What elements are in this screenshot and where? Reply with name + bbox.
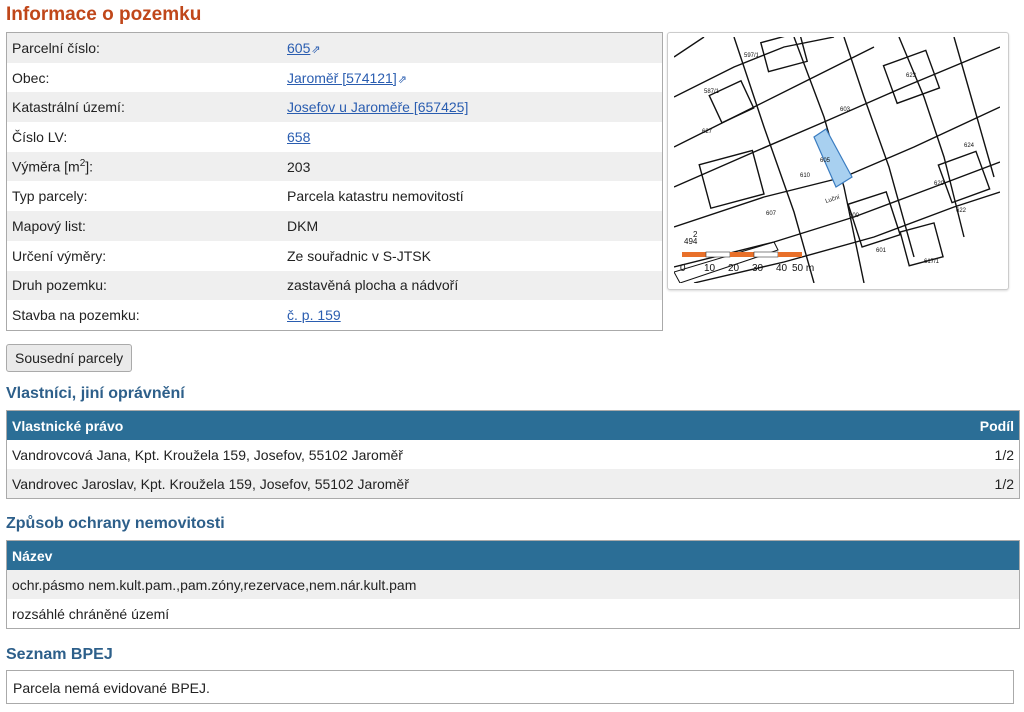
owners-table: Vlastnické právo Podíl Vandrovcová Jana,… <box>6 410 1020 499</box>
scale-label: 0 <box>680 263 686 274</box>
info-row: Určení výměry: Ze souřadnic v S-JTSK <box>7 241 663 271</box>
info-row: Druh pozemku: zastavěná plocha a nádvoří <box>6 270 663 301</box>
owners-heading: Vlastníci, jiní oprávnění <box>6 385 185 402</box>
info-value: DKM <box>282 211 663 241</box>
info-label: Mapový list: <box>6 211 282 241</box>
page-title: Informace o pozemku <box>6 4 202 25</box>
info-value-text: DKM <box>287 217 319 234</box>
info-value-text: Parcela katastru nemovitostí <box>287 188 464 205</box>
info-label: Číslo LV: <box>7 122 283 152</box>
info-value: 203 <box>282 151 663 182</box>
info-label: Druh pozemku: <box>6 270 282 301</box>
info-value-text: 203 <box>287 158 311 175</box>
protection-row: ochr.pásmo nem.kult.pam.,pam.zóny,rezerv… <box>6 570 1020 599</box>
info-label: Výměra [m2]: <box>6 151 282 182</box>
svg-text:601: 601 <box>876 248 887 254</box>
share-column-header: Podíl <box>919 410 1020 440</box>
svg-text:2: 2 <box>693 230 698 239</box>
scale-label: 30 <box>752 263 764 274</box>
info-value-link[interactable]: Jaroměř [574121] <box>287 70 397 86</box>
info-label-text: Parcelní číslo: <box>12 39 100 56</box>
svg-text:624: 624 <box>964 143 975 149</box>
info-label-text: Mapový list: <box>12 217 86 234</box>
owner-share: 1/2 <box>919 440 1020 469</box>
info-label: Stavba na pozemku: <box>7 300 283 330</box>
bpej-note: Parcela nemá evidované BPEJ. <box>6 670 1014 704</box>
info-label-text: Určení výměry: <box>12 247 107 264</box>
scale-label: 20 <box>728 263 740 274</box>
svg-text:607: 607 <box>766 211 777 217</box>
external-link-icon[interactable]: ⇗ <box>311 44 320 56</box>
info-label-text: Výměra [m <box>12 158 80 175</box>
info-label-text: Číslo LV: <box>12 128 68 145</box>
svg-text:622: 622 <box>956 208 967 214</box>
svg-text:623: 623 <box>906 73 917 79</box>
info-value-text: zastavěná plocha a nádvoří <box>287 277 459 294</box>
svg-text:620: 620 <box>934 181 945 187</box>
owner-name: Vandrovec Jaroslav, Kpt. Kroužela 159, J… <box>6 469 920 499</box>
protection-name: ochr.pásmo nem.kult.pam.,pam.zóny,rezerv… <box>6 570 1020 599</box>
svg-text:597/1: 597/1 <box>744 53 760 59</box>
info-value-text: Ze souřadnic v S-JTSK <box>287 247 431 264</box>
parcel-map[interactable]: 605 610 607 603 600 601 620 622 623 624 … <box>667 32 1009 290</box>
info-label-text: Druh pozemku: <box>12 277 107 294</box>
info-label-text: Stavba na pozemku: <box>12 307 140 324</box>
info-row: Typ parcely: Parcela katastru nemovitostí <box>7 181 663 211</box>
info-value: Parcela katastru nemovitostí <box>282 181 663 211</box>
info-row: Mapový list: DKM <box>6 211 663 241</box>
protection-name: rozsáhlé chráněné území <box>6 599 1020 629</box>
info-row: Stavba na pozemku: č. p. 159 <box>7 300 663 330</box>
info-value-link[interactable]: 658 <box>287 129 310 145</box>
map-scale-bar <box>682 251 802 258</box>
info-value: 658 <box>282 122 663 152</box>
info-value-link[interactable]: Josefov u Jaroměře [657425] <box>287 99 468 115</box>
info-value: 605⇗ <box>282 32 663 63</box>
protection-table: Název ochr.pásmo nem.kult.pam.,pam.zóny,… <box>6 540 1020 629</box>
info-value: č. p. 159 <box>282 300 663 330</box>
info-value: Ze souřadnic v S-JTSK <box>282 241 663 271</box>
info-value: Jaroměř [574121]⇗ <box>282 63 663 93</box>
info-label-text: Typ parcely: <box>12 188 88 205</box>
info-row: Parcelní číslo: 605⇗ <box>6 32 663 63</box>
protection-row: rozsáhlé chráněné území <box>6 599 1020 629</box>
svg-text:605: 605 <box>820 158 831 164</box>
info-label-text: Obec: <box>12 69 50 86</box>
svg-text:627: 627 <box>702 129 713 135</box>
owner-row: Vandrovec Jaroslav, Kpt. Kroužela 159, J… <box>6 469 1020 499</box>
bpej-heading: Seznam BPEJ <box>6 646 113 663</box>
svg-text:617/1: 617/1 <box>924 259 940 265</box>
info-row: Číslo LV: 658 <box>7 122 663 152</box>
cadastral-map-image[interactable]: 605 610 607 603 600 601 620 622 623 624 … <box>674 37 1000 283</box>
svg-text:603: 603 <box>840 107 851 113</box>
neighbor-parcels-button[interactable]: Sousední parcely <box>6 344 133 372</box>
info-label: Katastrální území: <box>6 92 282 123</box>
info-value: Josefov u Jaroměře [657425] <box>282 92 663 123</box>
parcel-info-table: Parcelní číslo: 605⇗ Obec: Jaroměř [574121]… <box>6 32 663 331</box>
external-link-icon[interactable]: ⇗ <box>398 74 407 86</box>
owner-name: Vandrovcová Jana, Kpt. Kroužela 159, Jos… <box>6 440 920 469</box>
svg-text:587/1: 587/1 <box>704 89 720 95</box>
info-label: Obec: <box>7 63 283 93</box>
protection-heading: Způsob ochrany nemovitosti <box>6 515 225 532</box>
scale-label: 10 <box>704 263 716 274</box>
info-label: Typ parcely: <box>7 181 283 211</box>
info-row: Katastrální území: Josefov u Jaroměře [65… <box>6 92 663 123</box>
scale-label: 50 m <box>792 263 814 274</box>
info-row: Výměra [m2]: 203 <box>6 151 663 182</box>
svg-text:600: 600 <box>849 213 860 219</box>
owner-share: 1/2 <box>919 469 1020 499</box>
info-label: Určení výměry: <box>7 241 283 271</box>
info-label: Parcelní číslo: <box>6 32 282 63</box>
info-label-text: Katastrální území: <box>12 99 125 116</box>
owner-column-header: Vlastnické právo <box>6 410 920 440</box>
scale-label: 40 <box>776 263 788 274</box>
info-value-link[interactable]: 605 <box>287 40 310 56</box>
info-value: zastavěná plocha a nádvoří <box>282 270 663 301</box>
info-row: Obec: Jaroměř [574121]⇗ <box>7 63 663 93</box>
protection-name-header: Název <box>6 540 1020 570</box>
info-value-link[interactable]: č. p. 159 <box>287 307 341 323</box>
owner-row: Vandrovcová Jana, Kpt. Kroužela 159, Jos… <box>6 440 1020 469</box>
svg-text:610: 610 <box>800 173 811 179</box>
info-label-tail: ]: <box>85 158 94 175</box>
